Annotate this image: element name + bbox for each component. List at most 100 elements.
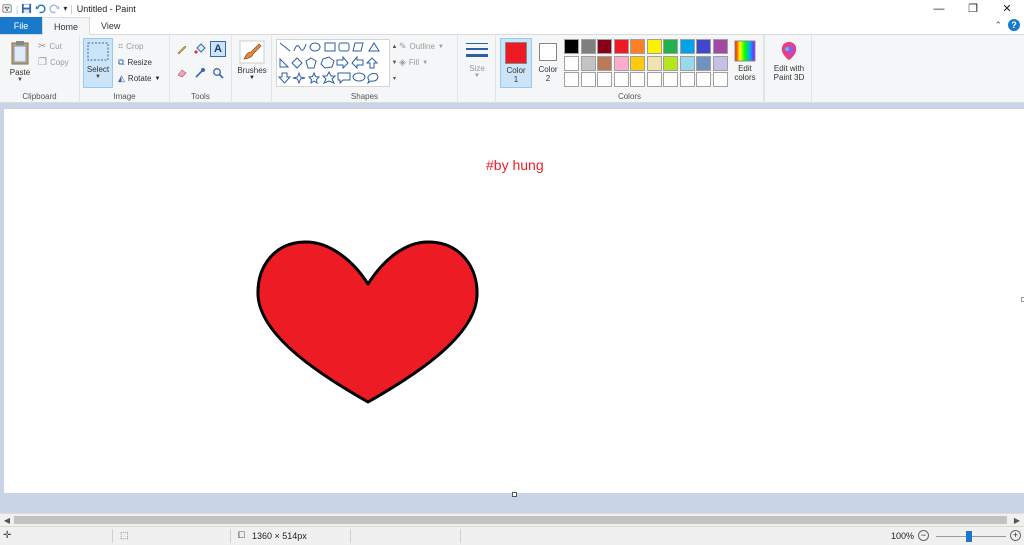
- palette-swatch[interactable]: [646, 39, 662, 54]
- zoom-slider-thumb[interactable]: [966, 531, 972, 542]
- rotate-icon: ◭: [118, 73, 125, 83]
- edit-with-paint3d-button[interactable]: Edit with Paint 3D: [767, 40, 811, 82]
- palette-swatch[interactable]: [663, 55, 678, 71]
- cut-button[interactable]: ✂ Cut: [38, 41, 62, 52]
- brush-icon: [239, 40, 265, 64]
- palette-swatch[interactable]: [663, 39, 678, 54]
- quick-access-toolbar: | ▾ |: [0, 3, 73, 14]
- drawing-canvas[interactable]: #by hung: [4, 108, 1024, 497]
- tab-view[interactable]: View: [90, 17, 131, 34]
- undo-icon[interactable]: [35, 3, 46, 14]
- palette-swatch[interactable]: [712, 55, 728, 71]
- collapse-ribbon-icon[interactable]: ⌃: [994, 20, 1002, 31]
- pencil-icon[interactable]: [176, 43, 188, 55]
- palette-swatch[interactable]: [630, 39, 645, 54]
- status-bar: ✛ ⬚ ⧠ 1360 × 514px 100% − +: [0, 526, 1024, 545]
- palette-swatch[interactable]: [696, 55, 711, 71]
- zoom-level: 100%: [891, 531, 915, 541]
- customize-qat-icon[interactable]: ▾: [63, 4, 67, 13]
- shapes-scroll[interactable]: ▲ ▼ ▾: [391, 39, 398, 87]
- rotate-dropdown-icon[interactable]: ▼: [155, 76, 161, 82]
- palette-swatch[interactable]: [597, 72, 612, 87]
- restore-button[interactable]: ❐: [956, 0, 990, 17]
- qat-separator: |: [16, 3, 19, 14]
- scroll-left-icon[interactable]: ◀: [1, 514, 13, 526]
- fill-dropdown-icon[interactable]: ▼: [422, 60, 428, 66]
- status-divider: [112, 529, 113, 543]
- size-group: Size ▼: [458, 35, 496, 103]
- tab-home[interactable]: Home: [42, 17, 91, 35]
- scissors-icon: ✂: [38, 41, 47, 52]
- copy-button[interactable]: ❐ Copy: [38, 57, 69, 68]
- palette-swatch[interactable]: [597, 39, 612, 54]
- color-picker-icon[interactable]: [194, 67, 206, 79]
- edit-colors-button[interactable]: Edit colors: [730, 40, 760, 82]
- palette-swatch[interactable]: [613, 72, 629, 87]
- palette-swatch[interactable]: [630, 72, 645, 87]
- paint-app-icon[interactable]: [2, 3, 13, 14]
- horizontal-scrollbar[interactable]: ◀ ▶: [0, 513, 1024, 526]
- canvas-resize-handle-bottom[interactable]: [512, 492, 517, 497]
- palette-swatch[interactable]: [679, 39, 695, 54]
- palette-swatch[interactable]: [564, 72, 579, 87]
- paste-dropdown-icon[interactable]: ▼: [6, 77, 34, 83]
- zoom-in-button[interactable]: +: [1010, 530, 1021, 541]
- palette-swatch[interactable]: [630, 55, 645, 71]
- eraser-icon[interactable]: [176, 67, 188, 79]
- palette-swatch[interactable]: [679, 55, 695, 71]
- copy-icon: ❐: [38, 57, 47, 68]
- scroll-thumb[interactable]: [14, 516, 1007, 524]
- outline-button[interactable]: ✎ Outline ▼: [399, 41, 444, 52]
- crop-button[interactable]: ⌗ Crop: [118, 41, 143, 52]
- palette-swatch[interactable]: [597, 55, 612, 71]
- select-dropdown-icon[interactable]: ▼: [84, 74, 112, 80]
- palette-swatch[interactable]: [696, 39, 711, 54]
- tab-file[interactable]: File: [0, 17, 42, 34]
- rotate-button[interactable]: ◭ Rotate ▼: [118, 73, 160, 84]
- tools-group-label: Tools: [191, 92, 210, 101]
- paste-button[interactable]: Paste ▼: [6, 40, 34, 83]
- palette-swatch[interactable]: [580, 39, 596, 54]
- color2-button[interactable]: Color 2: [534, 38, 562, 88]
- brushes-button[interactable]: Brushes ▼: [236, 40, 268, 81]
- scroll-right-icon[interactable]: ▶: [1011, 514, 1023, 526]
- redo-icon[interactable]: [49, 3, 60, 14]
- palette-swatch[interactable]: [580, 55, 596, 71]
- palette-swatch[interactable]: [580, 72, 596, 87]
- select-button[interactable]: Select ▼: [83, 38, 113, 88]
- palette-swatch[interactable]: [646, 72, 662, 87]
- fill-button[interactable]: ◈ Fill ▼: [399, 57, 428, 68]
- palette-swatch[interactable]: [646, 55, 662, 71]
- color1-swatch: [505, 42, 527, 64]
- palette-swatch[interactable]: [564, 55, 579, 71]
- fill-bucket-icon[interactable]: [194, 43, 206, 55]
- palette-swatch[interactable]: [696, 72, 711, 87]
- shapes-group-label: Shapes: [350, 92, 379, 101]
- window-controls: — ❐ ✕: [922, 0, 1024, 17]
- magnifier-icon[interactable]: [212, 67, 224, 79]
- text-tool-icon[interactable]: A: [210, 41, 226, 57]
- palette-swatch[interactable]: [663, 72, 678, 87]
- palette-swatch[interactable]: [613, 55, 629, 71]
- size-button[interactable]: Size ▼: [462, 40, 492, 79]
- zoom-out-button[interactable]: −: [918, 530, 929, 541]
- shapes-gallery[interactable]: [276, 39, 390, 87]
- outline-dropdown-icon[interactable]: ▼: [438, 44, 444, 50]
- brushes-group: Brushes ▼: [232, 35, 272, 103]
- paste-icon: [11, 41, 29, 65]
- palette-swatch[interactable]: [712, 72, 728, 87]
- palette-swatch[interactable]: [564, 39, 579, 54]
- size-dropdown-icon[interactable]: ▼: [462, 73, 492, 79]
- color1-button[interactable]: Color 1: [500, 38, 532, 88]
- resize-button[interactable]: ⧉ Resize: [118, 57, 152, 68]
- image-size-icon: ⧠: [238, 530, 246, 540]
- palette-swatch[interactable]: [679, 72, 695, 87]
- palette-swatch[interactable]: [712, 39, 728, 54]
- minimize-button[interactable]: —: [922, 0, 956, 17]
- help-icon[interactable]: ?: [1008, 19, 1020, 31]
- palette-swatch[interactable]: [613, 39, 629, 54]
- crop-icon: ⌗: [118, 41, 124, 51]
- brushes-dropdown-icon[interactable]: ▼: [236, 75, 268, 81]
- save-icon[interactable]: [21, 3, 32, 14]
- close-button[interactable]: ✕: [990, 0, 1024, 17]
